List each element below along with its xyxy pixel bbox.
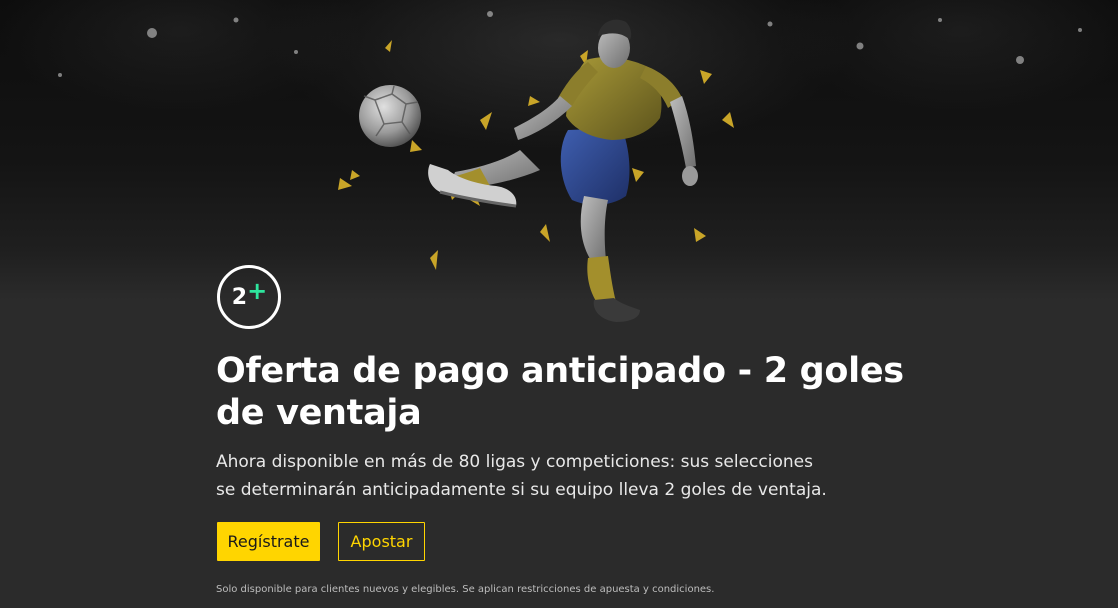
bet-button[interactable]: Apostar — [338, 522, 425, 561]
promo-title: Oferta de pago anticipado - 2 goles de v… — [216, 351, 904, 433]
terms-footnote: Solo disponible para clientes nuevos y e… — [216, 584, 715, 595]
promo-description: Ahora disponible en más de 80 ligas y co… — [216, 452, 827, 500]
plus-icon: + — [247, 277, 267, 305]
promo-hero: 2 + Oferta de pago anticipado - 2 goles d… — [0, 0, 1118, 608]
two-goals-badge-icon: 2 + — [217, 265, 281, 329]
register-button[interactable]: Regístrate — [217, 522, 320, 561]
football-player-kicking-ball-icon — [58, 11, 1082, 322]
badge-number: 2 — [231, 284, 247, 310]
